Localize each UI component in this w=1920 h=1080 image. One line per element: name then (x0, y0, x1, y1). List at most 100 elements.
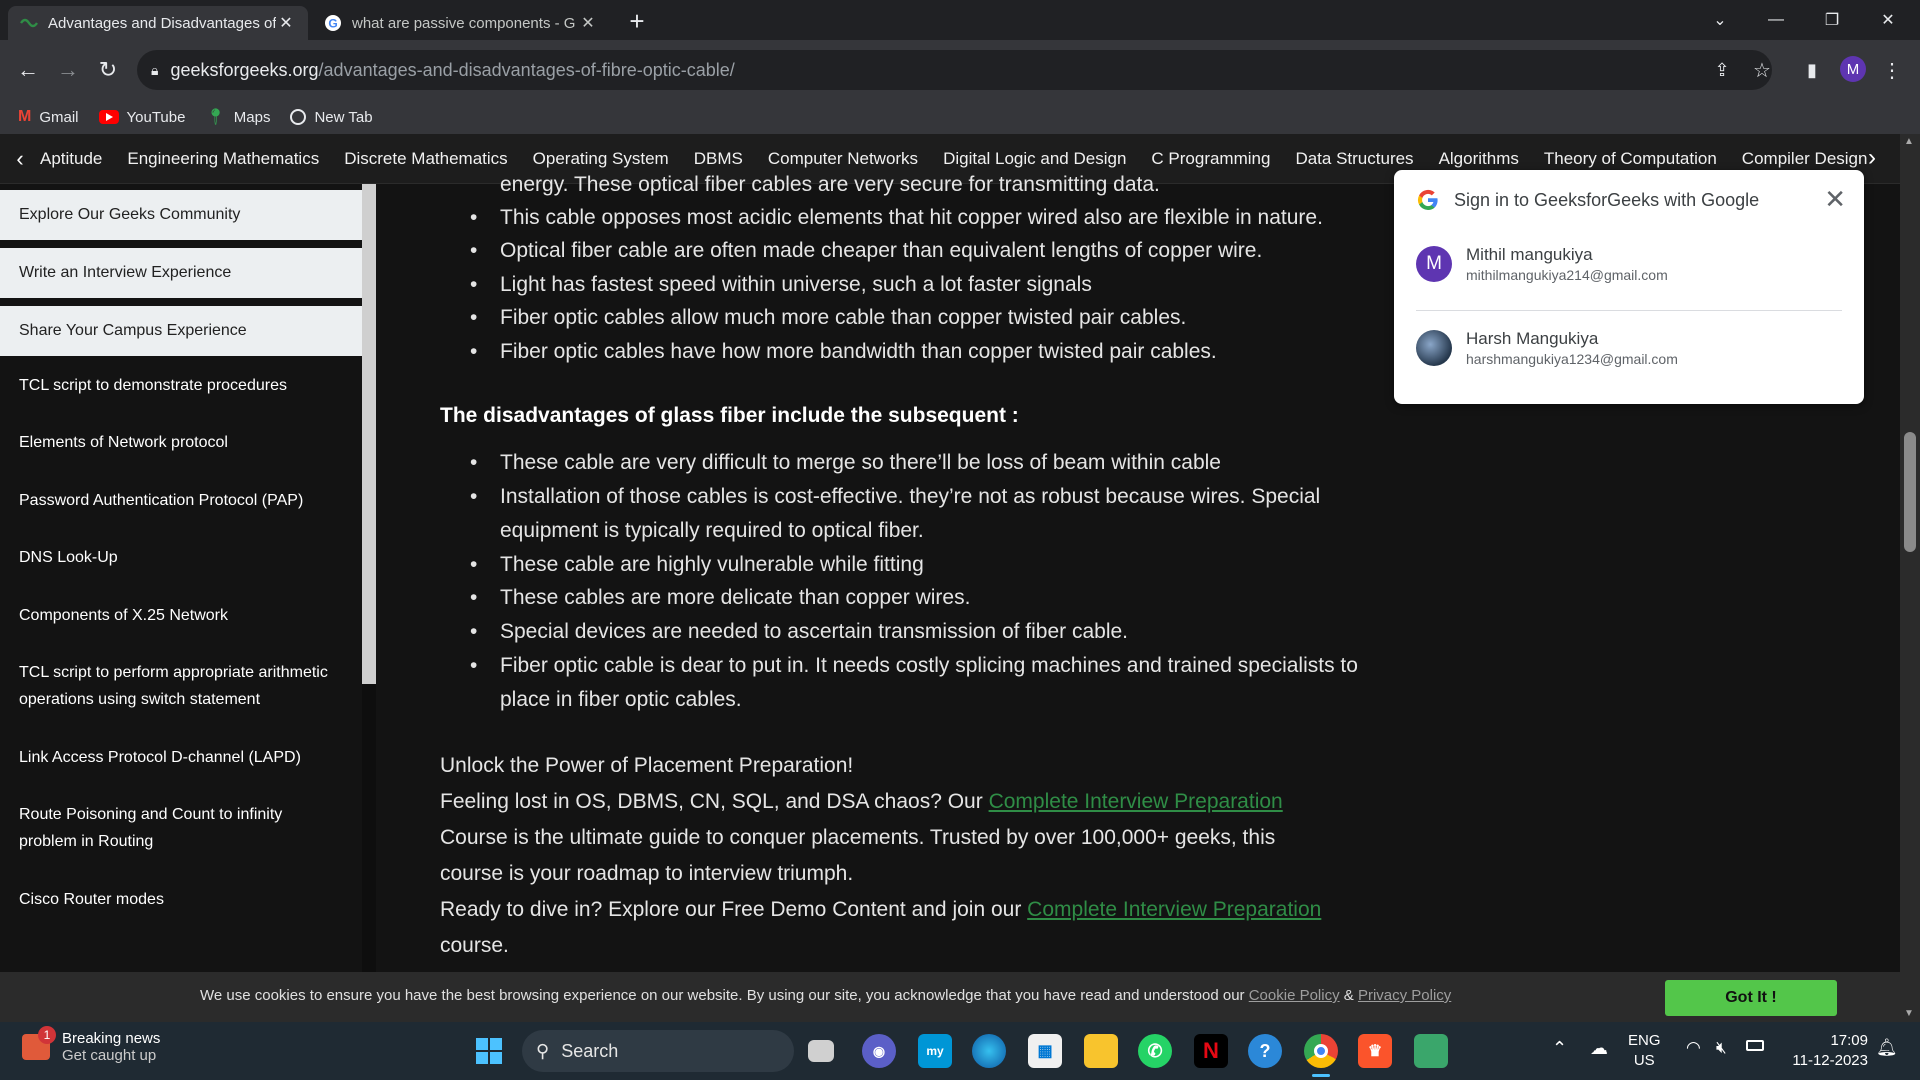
bookmark-new-tab[interactable]: New Tab (290, 109, 373, 126)
nav-item[interactable]: Algorithms (1439, 149, 1519, 169)
sidebar-item-dns-lookup[interactable]: DNS Look-Up (0, 544, 362, 571)
show-hidden-icons-chevron-up-icon[interactable]: ⌃ (1552, 1038, 1567, 1059)
nav-item[interactable]: Digital Logic and Design (943, 149, 1126, 169)
language-indicator[interactable]: ENG US (1628, 1031, 1661, 1071)
sidebar-item-write-interview[interactable]: Write an Interview Experience (0, 248, 362, 298)
sidebar-item-pap[interactable]: Password Authentication Protocol (PAP) (0, 487, 362, 514)
myhp-icon[interactable]: my (918, 1034, 952, 1068)
sidebar-scroll-thumb[interactable] (362, 184, 376, 684)
bookmark-gmail[interactable]: M Gmail (18, 108, 79, 126)
sidebar-item-network-protocol[interactable]: Elements of Network protocol (0, 429, 362, 456)
interview-prep-link[interactable]: Complete Interview Preparation (989, 790, 1283, 813)
maps-icon: 📍︎ (205, 109, 226, 126)
scroll-down-icon[interactable]: ▼ (1904, 1008, 1914, 1019)
nav-item[interactable]: Engineering Mathematics (127, 149, 319, 169)
back-arrow-icon[interactable]: ← (12, 52, 44, 88)
window-close-icon[interactable]: ✕ (1860, 0, 1916, 40)
google-favicon-icon: G (324, 14, 342, 32)
edge-icon[interactable] (972, 1034, 1006, 1068)
page-scroll-thumb[interactable] (1904, 432, 1916, 552)
nav-item[interactable]: Operating System (533, 149, 669, 169)
account-option[interactable]: M Mithil mangukiya mithilmangukiya214@gm… (1416, 228, 1842, 300)
sidebar-item-tcl-procedures[interactable]: TCL script to demonstrate procedures (0, 372, 362, 399)
sidebar-item-route-poisoning[interactable]: Route Poisoning and Count to infinity pr… (0, 801, 362, 855)
help-icon[interactable]: ? (1248, 1034, 1282, 1068)
reload-icon[interactable]: ↻ (92, 52, 124, 88)
url-host: geeksforgeeks.org (170, 59, 319, 80)
ms-store-icon[interactable]: ▦ (1028, 1034, 1062, 1068)
close-icon[interactable]: ✕ (276, 13, 296, 33)
tab-search-chevron-down-icon[interactable]: ⌄ (1692, 0, 1748, 40)
nav-item[interactable]: Computer Networks (768, 149, 918, 169)
nav-item[interactable]: Discrete Mathematics (344, 149, 507, 169)
got-it-button[interactable]: Got It ! (1665, 980, 1837, 1016)
task-view-icon[interactable] (808, 1040, 834, 1062)
cookie-policy-link[interactable]: Cookie Policy (1249, 987, 1340, 1004)
menu-kebab-icon[interactable]: ⋮ (1876, 52, 1908, 88)
volume-mute-icon[interactable]: 🔇︎ (1716, 1038, 1727, 1058)
news-widget[interactable]: 1 Breaking news Get caught up (22, 1026, 160, 1064)
list-item: • Special devices are needed to ascertain… (470, 615, 1380, 649)
nav-item[interactable]: DBMS (694, 149, 743, 169)
close-icon[interactable]: ✕ (578, 13, 598, 33)
onedrive-icon[interactable]: ☁ (1590, 1038, 1608, 1059)
restore-icon[interactable]: ❐ (1804, 0, 1860, 40)
list-item: • Fiber optic cables allow much more cabl… (470, 301, 1380, 335)
tab-google-search[interactable]: G what are passive components - G ✕ (312, 6, 610, 40)
tab-gfg-article[interactable]: Advantages and Disadvantages of ✕ (8, 6, 308, 40)
taskbar-search[interactable]: ⚲ Search (522, 1030, 794, 1072)
sidebar-item-x25[interactable]: Components of X.25 Network (0, 602, 362, 629)
account-option[interactable]: Harsh Mangukiya harshmangukiya1234@gmail… (1416, 312, 1842, 384)
profile-avatar[interactable]: M (1840, 56, 1866, 82)
interview-prep-link[interactable]: Complete Interview Preparation (1027, 898, 1321, 921)
popup-title: Sign in to GeeksforGeeks with Google (1454, 189, 1760, 210)
nav-item[interactable]: Theory of Computation (1544, 149, 1717, 169)
file-explorer-icon[interactable] (1084, 1034, 1118, 1068)
address-bar[interactable]: 🔒︎ geeksforgeeks.org/advantages-and-disa… (137, 50, 1772, 90)
nav-item[interactable]: Data Structures (1295, 149, 1413, 169)
chrome-icon[interactable] (1304, 1034, 1338, 1068)
browser-toolbar: ← → ↻ 🔒︎ geeksforgeeks.org/advantages-an… (0, 40, 1920, 100)
bullet-icon: • (470, 620, 478, 643)
forward-arrow-icon[interactable]: → (52, 52, 84, 88)
search-label: Search (561, 1040, 619, 1061)
page-scrollbar[interactable]: ▲ ▼ (1900, 134, 1920, 1022)
new-tab-icon[interactable]: + (622, 6, 652, 36)
close-icon[interactable]: ✕ (1824, 184, 1846, 215)
netflix-icon[interactable]: N (1194, 1034, 1228, 1068)
nav-item[interactable]: Compiler Design (1742, 149, 1868, 169)
notification-bell-icon[interactable]: 🔔︎ (1876, 1038, 1898, 1058)
sidebar-item-cisco-router[interactable]: Cisco Router modes (0, 886, 362, 913)
wifi-icon[interactable]: ◠ (1686, 1038, 1701, 1058)
sidebar-item-explore-community[interactable]: Explore Our Geeks Community (0, 190, 362, 240)
teams-chat-icon[interactable]: ◉ (862, 1034, 896, 1068)
sidebar-item-campus-experience[interactable]: Share Your Campus Experience (0, 306, 362, 356)
share-icon[interactable]: ⇪ (1706, 52, 1738, 88)
bullet-icon: • (470, 206, 478, 229)
clock-time: 17:09 (1830, 1032, 1868, 1049)
clock[interactable]: 17:09 11-12-2023 (1784, 1031, 1868, 1071)
whatsapp-icon[interactable]: ✆ (1138, 1034, 1172, 1068)
brave-icon[interactable]: ♛ (1358, 1034, 1392, 1068)
promo-text: Feeling lost in OS, DBMS, CN, SQL, and D… (440, 790, 989, 813)
bookmark-maps[interactable]: 📍︎ Maps (205, 107, 270, 127)
windows-taskbar: 1 Breaking news Get caught up ⚲ Search ◉… (0, 1022, 1920, 1080)
minimize-icon[interactable]: — (1748, 0, 1804, 40)
side-panel-icon[interactable]: ▮ (1796, 52, 1828, 88)
promo-line: Feeling lost in OS, DBMS, CN, SQL, and D… (440, 784, 1400, 820)
battery-icon[interactable] (1746, 1040, 1764, 1051)
scroll-up-icon[interactable]: ▲ (1904, 136, 1914, 147)
windows-start-icon[interactable] (472, 1034, 506, 1068)
privacy-policy-link[interactable]: Privacy Policy (1358, 987, 1451, 1004)
chevron-right-icon[interactable]: › (1868, 144, 1876, 172)
chevron-left-icon[interactable]: ‹ (0, 146, 40, 172)
snip-tool-icon[interactable] (1414, 1034, 1448, 1068)
sidebar-item-lapd[interactable]: Link Access Protocol D-channel (LAPD) (0, 744, 362, 771)
nav-item[interactable]: C Programming (1151, 149, 1270, 169)
bookmark-youtube[interactable]: YouTube (98, 109, 185, 126)
sidebar-scrollbar[interactable] (362, 184, 376, 972)
bookmark-star-icon[interactable]: ☆ (1746, 52, 1778, 88)
avatar (1416, 330, 1452, 366)
sidebar-item-tcl-arithmetic[interactable]: TCL script to perform appropriate arithm… (0, 659, 362, 713)
nav-item[interactable]: Aptitude (40, 149, 102, 169)
